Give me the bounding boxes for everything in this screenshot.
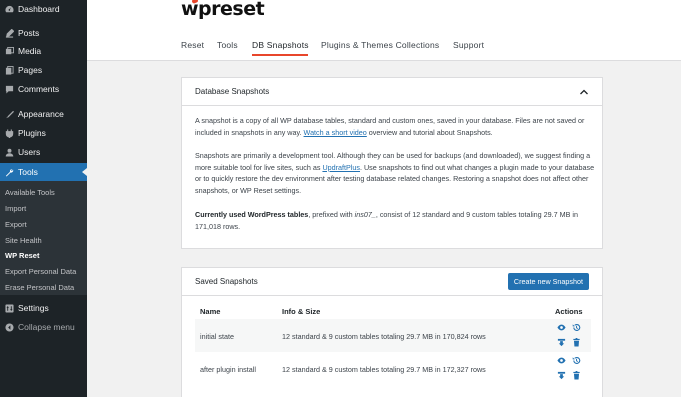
current-tables-info: Currently used WordPress tables, prefixe… bbox=[195, 209, 595, 232]
view-icon[interactable] bbox=[557, 356, 566, 365]
create-snapshot-button[interactable]: Create new Snapshot bbox=[507, 273, 589, 290]
tables-text: , prefixed with bbox=[308, 210, 355, 219]
table-prefix: ins07_ bbox=[354, 210, 376, 219]
delete-icon[interactable] bbox=[572, 338, 581, 347]
collapse-menu-button[interactable]: Collapse menu bbox=[0, 318, 87, 336]
updraftplus-link[interactable]: UpdraftPlus bbox=[322, 163, 360, 172]
posts-icon bbox=[5, 28, 14, 38]
sidebar-item-label: Users bbox=[18, 147, 41, 157]
sidebar-item-appearance[interactable]: Appearance bbox=[0, 105, 87, 123]
users-icon bbox=[5, 148, 14, 157]
appearance-icon bbox=[5, 110, 14, 119]
chevron-up-icon[interactable] bbox=[579, 87, 589, 97]
sidebar-item-settings[interactable]: Settings bbox=[0, 299, 87, 317]
download-icon[interactable] bbox=[557, 338, 566, 347]
sidebar-item-label: Plugins bbox=[18, 128, 46, 138]
card-header: Saved Snapshots Create new Snapshot bbox=[182, 268, 602, 296]
column-header-name: Name bbox=[200, 307, 221, 316]
current-tables-label: Currently used WordPress tables bbox=[195, 210, 309, 219]
view-icon[interactable] bbox=[557, 323, 566, 332]
tab-db-snapshots[interactable]: DB Snapshots bbox=[252, 40, 309, 50]
sidebar-item-dashboard[interactable]: Dashboard bbox=[0, 0, 87, 18]
submenu-erase-personal-data[interactable]: Erase Personal Data bbox=[5, 283, 74, 292]
tools-icon bbox=[5, 168, 14, 177]
restore-icon[interactable] bbox=[572, 356, 581, 365]
restore-icon[interactable] bbox=[572, 323, 581, 332]
sidebar-item-label: Posts bbox=[18, 28, 40, 38]
sidebar-item-users[interactable]: Users bbox=[0, 143, 87, 161]
submenu-site-health[interactable]: Site Health bbox=[5, 236, 42, 245]
submenu-import[interactable]: Import bbox=[5, 204, 26, 213]
sidebar-item-posts[interactable]: Posts bbox=[0, 24, 87, 42]
sidebar-item-media[interactable]: Media bbox=[0, 42, 87, 60]
snapshot-name: initial state bbox=[200, 332, 234, 341]
submenu-export[interactable]: Export bbox=[5, 220, 27, 229]
sidebar-item-tools[interactable]: Tools bbox=[0, 163, 87, 181]
sidebar-item-label: Comments bbox=[18, 84, 60, 94]
table-row: after plugin install 12 standard & 9 cus… bbox=[195, 352, 591, 385]
description-text: overview and tutorial about Snapshots. bbox=[366, 127, 493, 137]
collapse-icon bbox=[5, 322, 14, 332]
database-snapshots-card: Database Snapshots A snapshot is a copy … bbox=[181, 77, 603, 249]
submenu-wp-reset[interactable]: WP Reset bbox=[5, 251, 39, 260]
media-icon bbox=[5, 46, 14, 56]
tab-tools[interactable]: Tools bbox=[217, 40, 238, 50]
active-tab-indicator bbox=[252, 54, 308, 56]
sidebar-item-pages[interactable]: Pages bbox=[0, 61, 87, 79]
snapshot-name: after plugin install bbox=[200, 365, 256, 374]
dashboard-icon bbox=[5, 5, 14, 14]
card-title: Database Snapshots bbox=[195, 87, 270, 96]
sidebar-item-label: Tools bbox=[18, 167, 38, 177]
snapshot-info: 12 standard & 9 custom tables totaling 2… bbox=[282, 332, 486, 341]
settings-icon bbox=[5, 303, 14, 313]
card-header[interactable]: Database Snapshots bbox=[182, 78, 602, 106]
submenu-export-personal-data[interactable]: Export Personal Data bbox=[5, 267, 76, 276]
tab-plugins-themes-collections[interactable]: Plugins & Themes Collections bbox=[321, 40, 439, 50]
snapshot-usage-note: Snapshots are primarily a development to… bbox=[195, 150, 595, 197]
admin-sidebar: Dashboard Posts Media Pages Comments App… bbox=[0, 0, 87, 397]
submenu-available-tools[interactable]: Available Tools bbox=[5, 188, 55, 197]
snapshot-description: A snapshot is a copy of all WP database … bbox=[195, 115, 595, 138]
sidebar-item-label: Collapse menu bbox=[18, 322, 75, 332]
sidebar-item-label: Appearance bbox=[18, 109, 64, 119]
delete-icon[interactable] bbox=[572, 371, 581, 380]
tab-reset[interactable]: Reset bbox=[181, 40, 204, 50]
tab-support[interactable]: Support bbox=[453, 40, 484, 50]
column-header-actions: Actions bbox=[555, 307, 583, 316]
tools-submenu: Available Tools Import Export Site Healt… bbox=[0, 181, 87, 295]
sidebar-item-label: Settings bbox=[18, 303, 49, 313]
sidebar-item-label: Pages bbox=[18, 65, 43, 75]
plugins-icon bbox=[5, 128, 14, 138]
pages-icon bbox=[5, 65, 14, 75]
sidebar-item-comments[interactable]: Comments bbox=[0, 80, 87, 98]
table-row: initial state 12 standard & 9 custom tab… bbox=[195, 319, 591, 352]
wp-reset-logo: wpreset bbox=[181, 0, 265, 20]
sidebar-item-plugins[interactable]: Plugins bbox=[0, 124, 87, 142]
saved-snapshots-card: Saved Snapshots Create new Snapshot Name… bbox=[181, 267, 603, 397]
column-header-info: Info & Size bbox=[282, 307, 321, 316]
snapshot-info: 12 standard & 9 custom tables totaling 2… bbox=[282, 365, 486, 374]
comments-icon bbox=[5, 85, 14, 94]
watch-video-link[interactable]: Watch a short video bbox=[304, 128, 367, 137]
download-icon[interactable] bbox=[557, 371, 566, 380]
sidebar-item-label: Dashboard bbox=[18, 4, 60, 14]
plugin-header bbox=[87, 0, 681, 61]
card-title: Saved Snapshots bbox=[195, 277, 258, 286]
sidebar-item-label: Media bbox=[18, 46, 42, 56]
